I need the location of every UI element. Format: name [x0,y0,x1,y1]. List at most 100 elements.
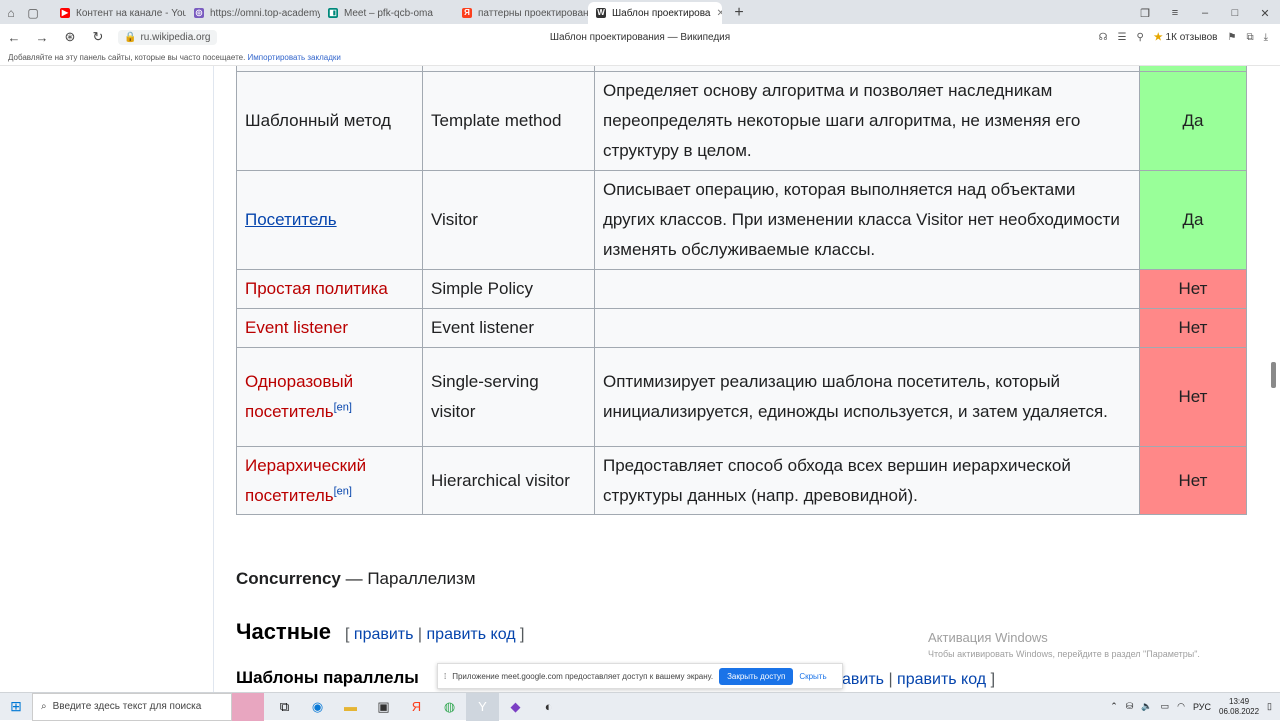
tab-favicon-icon: Я [462,8,472,18]
menu-icon[interactable]: ≡ [1160,2,1190,24]
tab-favicon-icon: ◧ [328,8,338,18]
concurrency-line: Concurrency — Параллелизм [236,569,476,589]
browser-tab[interactable]: ◎ https://omni.top-academy [186,2,320,24]
yandex-icon[interactable]: Я [400,693,433,721]
interwiki-en-link[interactable]: [en] [334,485,352,497]
visual-studio-icon[interactable]: ◆ [499,693,532,721]
scrollbar[interactable] [1266,66,1280,692]
reader-icon[interactable]: ☊ [1099,32,1108,43]
pattern-link[interactable]: Простая политика [245,279,388,298]
section-edit-links: [ править | править код ] [345,626,524,644]
screen-share-bar: ⁞ Приложение meet.google.com предоставля… [437,663,843,689]
back-icon[interactable]: ← [0,30,28,45]
translate-icon[interactable]: ⚲ [1136,32,1143,43]
maximize-icon[interactable]: □ [1220,2,1250,24]
edge-icon[interactable]: ◉ [301,693,334,721]
volume-icon[interactable]: 🔈 [1141,701,1152,712]
windows-start-icon[interactable]: ⊞ [0,698,32,715]
table-row: Простая политика Simple Policy Нет [236,269,1247,309]
reload-icon[interactable]: ↻ [84,29,112,45]
pattern-description-cell: Оптимизирует реализацию шаблона посетите… [594,347,1140,447]
network-icon[interactable]: ⛁ [1126,701,1134,712]
pattern-support-cell: Нет [1139,347,1247,447]
tab-title: Шаблон проектирова [612,7,711,19]
new-tab-button[interactable]: + [728,2,750,24]
concurrency-translation: — Параллелизм [340,569,476,588]
edit-separator: | [413,626,427,643]
pattern-support-cell: Нет [1139,308,1247,348]
activation-subtitle: Чтобы активировать Windows, перейдите в … [928,649,1200,659]
pattern-support-cell: Да [1139,71,1247,171]
taskbar-search[interactable]: ⌕ Введите здесь текст для поиска [32,692,232,721]
file-explorer-icon[interactable]: ▬ [334,693,367,721]
import-bookmarks-link[interactable]: Импортировать закладки [248,53,341,62]
tabs-overview-icon[interactable]: ❐ [1130,2,1160,24]
pattern-link[interactable]: Посетитель [245,210,337,229]
tab-title: https://omni.top-academy [210,7,320,19]
pattern-link[interactable]: Иерархический посетитель [245,456,366,505]
tab-title: паттерны проектировани [478,7,588,19]
pattern-en-cell: Visitor [422,170,595,270]
address-bar-actions: ☊ ☰ ⚲ ★ 1К отзывов ⚑ ⧉ ⤓ [1099,32,1280,43]
reading-mode-icon[interactable]: ☰ [1117,32,1126,43]
bookmarks-bar: Добавляйте на эту панель сайты, которые … [0,50,1280,66]
browser-tab[interactable]: W Шаблон проектирова ✕ [588,2,722,24]
pattern-link[interactable]: Event listener [245,318,348,337]
pattern-link[interactable]: Шаблонный метод [245,111,391,130]
table-row: Одноразовый посетитель[en] Single-serving… [236,347,1247,447]
minimize-icon[interactable]: – [1190,2,1220,24]
edit-bracket-open: [ [345,626,354,643]
tab-menu-icon[interactable]: ⌂ [0,2,22,24]
concurrency-term: Concurrency [236,569,341,588]
tab-title: Контент на канале - YouTu [76,7,186,19]
collections-icon[interactable]: ⧉ [1246,32,1253,43]
store-icon[interactable]: ▣ [367,693,400,721]
task-view-icon[interactable]: ⧉ [268,693,301,721]
search-highlight-image [232,692,264,721]
table-row: Иерархический посетитель[en] Hierarchical… [236,446,1247,515]
reviews-badge[interactable]: ★ 1К отзывов [1154,32,1218,43]
pattern-link[interactable]: Одноразовый посетитель [245,372,353,421]
url-field[interactable]: 🔒 ru.wikipedia.org [118,29,217,45]
forward-icon[interactable]: → [28,30,56,45]
scrollbar-thumb[interactable] [1271,362,1276,388]
wifi-icon[interactable]: ◠ [1177,701,1185,712]
pattern-en-cell: Event listener [422,308,595,348]
display-icon[interactable]: ▭ [1161,701,1170,712]
stop-sharing-button[interactable]: Закрыть доступ [719,667,794,685]
system-tray: ⌃ ⛁ 🔈 ▭ ◠ РУС 13:49 06.08.2022 ▯ [1110,697,1280,717]
tab-bookmarks-icon[interactable]: ▢ [22,2,44,24]
pattern-ru-cell: Шаблонный метод [236,71,423,171]
pattern-ru-cell: Event listener [236,308,423,348]
obs-icon[interactable]: ◐ [532,693,565,721]
star-icon: ★ [1153,31,1163,43]
drag-handle-icon[interactable]: ⁞ [444,672,446,681]
browser-tab[interactable]: ◧ Meet – pfk-qcb-oma [320,2,454,24]
browser-tab[interactable]: ▶ Контент на канале - YouTu [52,2,186,24]
close-window-icon[interactable]: ✕ [1250,2,1280,24]
bookmark-icon[interactable]: ⚑ [1227,32,1236,43]
close-tab-icon[interactable]: ✕ [716,8,722,19]
windows-activation-watermark: Активация Windows Чтобы активировать Win… [928,630,1200,659]
clock[interactable]: 13:49 06.08.2022 [1219,697,1259,717]
edit-code-link[interactable]: править код [427,626,516,643]
sub-edit-link[interactable]: авить [842,671,884,688]
subsection-title: Шаблоны параллелы [236,668,419,687]
notifications-icon[interactable]: ▯ [1267,701,1272,712]
chrome-icon[interactable]: ◍ [433,693,466,721]
hide-share-bar-button[interactable]: Скрыть [799,672,826,681]
protect-icon[interactable]: ⊛ [56,29,84,45]
pattern-ru-cell: Посетитель [236,170,423,270]
edit-link[interactable]: править [354,626,414,643]
pattern-ru-cell: Простая политика [236,269,423,309]
interwiki-en-link[interactable]: [en] [334,401,352,413]
tab-favicon-icon: W [596,8,606,18]
tray-chevron-icon[interactable]: ⌃ [1110,701,1118,712]
browser-tab[interactable]: Япаттерны проектировани [454,2,588,24]
downloads-icon[interactable]: ⤓ [1264,32,1268,43]
activation-title: Активация Windows [928,630,1048,645]
sub-edit-code-link[interactable]: править код [897,671,986,688]
language-indicator[interactable]: РУС [1193,702,1211,712]
pattern-ru-cell: Одноразовый посетитель[en] [236,347,423,447]
yandex-browser-icon[interactable]: Y [466,692,499,721]
